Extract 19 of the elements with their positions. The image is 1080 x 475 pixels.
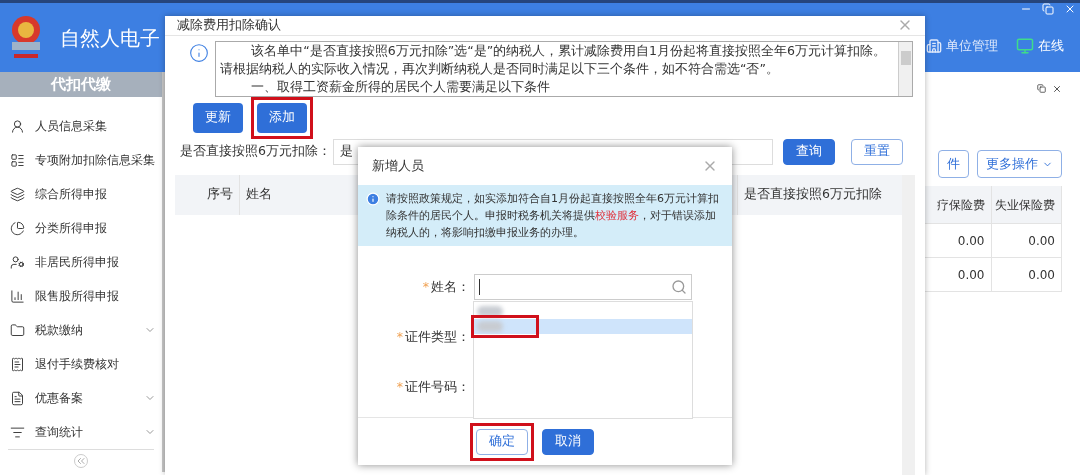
table-cell: 0.00 (991, 224, 1062, 258)
notice-text: 该名单中“是否直接按照6万元扣除”选“是”的纳税人，累计减除费用自1月份起将直接按照全年6万元计算扣除。请根据纳税人的实际收入情况，再次判断纳税人是否同时满足以下三个条件，如不符合需选“否”。 (220, 41, 887, 78)
required-asterisk: * (396, 377, 403, 396)
field-label: 证件类型： (405, 327, 470, 346)
column-header: 失业保险费 (991, 186, 1062, 224)
field-label: 证件号码： (405, 377, 470, 396)
dialog-title: 新增人员 (372, 156, 424, 175)
app-title: 自然人电子 (60, 24, 160, 52)
required-asterisk: * (422, 277, 429, 296)
dialog-title: 减除费用扣除确认 (177, 16, 281, 34)
field-label: 姓名： (431, 277, 470, 296)
column-header: 姓名 (245, 185, 273, 204)
table-cell: 0.00 (991, 258, 1062, 292)
column-header: 序号 (175, 174, 240, 215)
sidebar-section: 代扣代缴 (0, 72, 162, 97)
notice-text: 请按照政策规定，如实添加符合自1月份起直接按照全年6万元计算扣除条件的居民个人。申报时税务机关将提供校验服务，对于错误添加纳税人的，将影响扣缴申报业务的办理。 (386, 191, 720, 241)
filter-label: 是否直接按照6万元扣除： (180, 142, 331, 161)
notice-text: 一、取得工资薪金所得的居民个人需要满足以下条件 (250, 77, 552, 96)
required-asterisk: * (396, 327, 403, 346)
